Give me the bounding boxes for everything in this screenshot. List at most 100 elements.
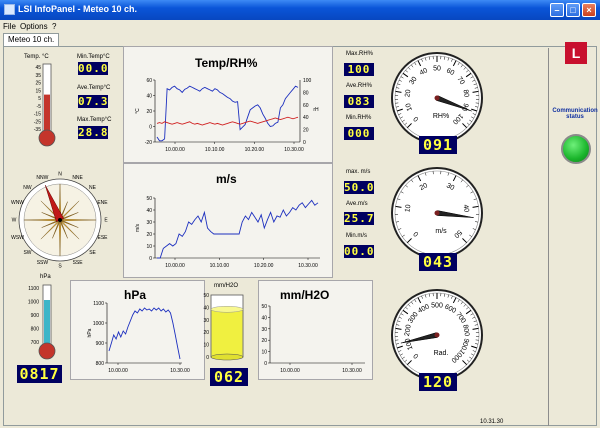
min-rh-display: 000 [344,127,374,140]
thermometer-tick-label: 800 [31,327,40,333]
radiation-display: 120 [419,373,457,391]
app-window: LSI InfoPanel - Meteo 10 ch. – □ × File … [0,0,600,428]
x-tick-label: 10.20.00 [245,147,265,153]
compass-direction-label: N [58,172,62,178]
x-tick-label: 10.30.00 [342,368,362,374]
gauge-unit-label: m/s [435,228,447,235]
gauge-tick-label: 20 [404,89,412,98]
x-tick-label: 10.20.00 [254,263,274,269]
y-tick-label: -20 [145,140,152,146]
gauge-hub [434,332,440,338]
thermometer-tick-label: 25 [35,81,41,87]
max-wind-display: 50.0 [344,181,375,194]
min-wind-display: 00.0 [344,245,375,258]
tab-bar: Meteo 10 ch. [0,33,600,46]
y-tick-label: 1100 [93,301,104,307]
humidity-display: 091 [419,136,457,154]
ave-wind-display: 25.7 [344,212,375,225]
tank-tick-label: 10 [203,343,209,349]
y-axis-label: °C [135,108,141,114]
y-tick-label: 30 [146,220,152,226]
window-title: LSI InfoPanel - Meteo 10 ch. [18,4,138,14]
y-tick-label: 800 [96,361,105,367]
compass-direction-label: NE [89,185,97,191]
y-right-tick-label: 0 [303,140,306,146]
y-tick-label: 900 [96,341,105,347]
compass-direction-label: WSW [11,235,24,241]
y-tick-label: 50 [261,304,267,310]
menu-bar: File Options ? [0,20,600,33]
maximize-button[interactable]: □ [566,3,580,17]
gauge-tick-label: 10 [404,204,412,213]
menu-file[interactable]: File [3,22,16,31]
gauge-unit-label: RH% [433,113,449,120]
wind-display: 043 [419,253,457,271]
compass-direction-label: SW [23,250,31,256]
y-tick-label: 30 [261,327,267,333]
compass-direction-label: SSW [37,260,49,266]
y-tick-label: 40 [146,208,152,214]
minimize-button[interactable]: – [550,3,564,17]
tank-tick-label: 20 [203,330,209,336]
y-axis-label: hPa [87,328,93,337]
tank-base [210,353,244,361]
thermometer-tick-label: 5 [38,96,41,102]
thermometer-tick-label: 35 [35,73,41,79]
app-icon [4,4,15,15]
y-right-tick-label: 80 [303,90,309,96]
rain-chart-title: mm/H2O [280,288,330,302]
y-tick-label: 60 [146,78,152,84]
tank-tick-label: 40 [203,305,209,311]
x-tick-label: 10.00.00 [280,368,300,374]
gauge-tick-label: 40 [462,204,470,213]
radiation-gauge: 0100200300400 500 6007008009001000Rad. [391,289,483,381]
gauge-tick-label: 80 [462,89,470,98]
communication-status-led [561,134,591,164]
y-right-axis-label: rH [313,107,319,113]
tab-meteo[interactable]: Meteo 10 ch. [3,33,60,46]
rain-display: 062 [210,368,248,386]
thermometer-tick-label: 15 [35,88,41,94]
y-tick-label: 20 [261,338,267,344]
compass-direction-label: W [12,218,17,224]
pressure-display: 0817 [17,365,62,383]
thermometer-tick-label: 700 [31,340,40,346]
tank-fill [211,309,243,357]
x-tick-label: 10.30.00 [284,147,304,153]
compass-hub [58,218,62,222]
thermometer-fill [44,94,50,132]
gauge-hub [434,210,440,216]
thermometer-fill [44,300,50,345]
max-rh-label: Max.RH% [346,51,374,57]
thermometer-bulb [38,129,56,147]
compass-direction-label: NW [23,185,32,191]
x-tick-label: 10.00.00 [165,263,185,269]
menu-help[interactable]: ? [52,22,56,31]
min-rh-label: Min.RH% [346,115,372,121]
gauge-tick-label: 500 [431,303,443,310]
x-tick-label: 10.10.00 [210,263,230,269]
y-tick-label: 20 [146,232,152,238]
y-right-tick-label: 40 [303,115,309,121]
rain-tank-label: mm/H2O [214,283,238,289]
title-bar[interactable]: LSI InfoPanel - Meteo 10 ch. – □ × [0,0,600,20]
tank-tick-label: 50 [203,293,209,299]
max-temp-display: 28.8 [78,126,109,139]
compass-direction-label: WNW [11,200,24,206]
compass-direction-label: NNE [72,175,83,181]
compass-direction-label: ENE [97,200,108,206]
y-tick-label: 1000 [93,321,104,327]
communication-status-label: Communication status [552,108,598,120]
close-button[interactable]: × [582,3,596,17]
menu-options[interactable]: Options [20,22,48,31]
thermo-temp-label: Temp. °C [24,54,49,60]
compass-direction-label: SSE [73,260,84,266]
temp-rh-chart-title: Temp/RH% [195,56,258,70]
compass-direction-label: SE [89,250,96,256]
ave-rh-label: Ave.RH% [346,83,372,89]
min-temp-display: 00.0 [78,62,109,75]
y-tick-label: 0 [149,256,152,262]
status-time: 10.31.30 [480,419,504,425]
thermometer-tick-label: -15 [34,112,41,118]
y-tick-label: 50 [146,196,152,202]
